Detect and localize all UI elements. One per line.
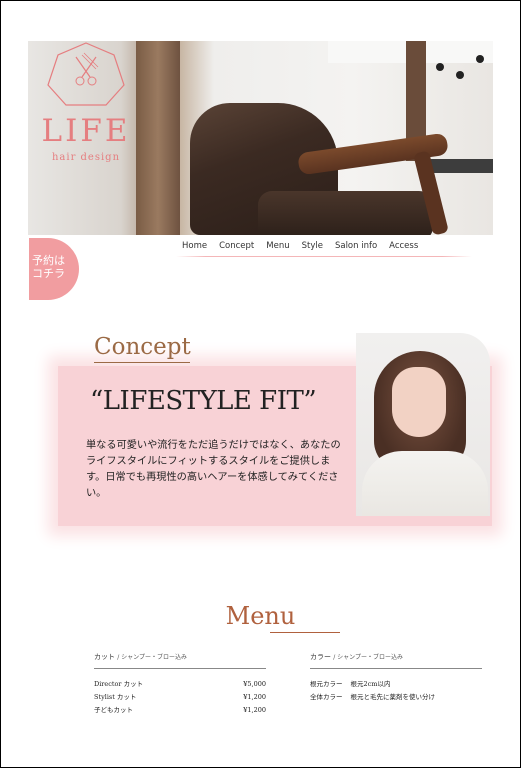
menu-item: 根元カラー 根元2cm以内 xyxy=(310,678,482,691)
ceiling-lamp xyxy=(456,71,464,79)
model-photo xyxy=(356,333,490,516)
menu-item: 子どもカット ¥1,200 xyxy=(94,704,266,717)
menu-item-name: 根元カラー xyxy=(310,680,343,688)
menu-item: 全体カラー 根元と毛先に薬剤を使い分け xyxy=(310,691,482,704)
salon-chair-seat xyxy=(258,191,433,235)
nav-style[interactable]: Style xyxy=(296,239,329,257)
menu-color-heading-label: カラー xyxy=(310,653,331,661)
menu-cut-column: カット / シャンプー・ブロー込み Director カット ¥5,000 St… xyxy=(94,652,266,717)
menu-item-name: 全体カラー xyxy=(310,693,343,701)
menu-cut-heading-note: / シャンプー・ブロー込み xyxy=(117,654,187,661)
menu-cut-heading: カット / シャンプー・ブロー込み xyxy=(94,652,266,669)
brand-tagline: hair design xyxy=(51,152,121,163)
model-sweater xyxy=(362,451,488,516)
menu-title: Menu xyxy=(225,602,296,630)
nav-concept[interactable]: Concept xyxy=(213,239,260,257)
nav-home[interactable]: Home xyxy=(176,239,213,257)
main-nav: Home Concept Menu Style Salon info Acces… xyxy=(176,239,472,257)
concept-body: 単なる可愛いや流行をただ追うだけではなく、あなたのライフスタイルにフィットするス… xyxy=(86,440,341,499)
menu-item: Director カット ¥5,000 xyxy=(94,678,266,691)
brand-name[interactable]: LIFE xyxy=(34,113,138,149)
concept-headline: “LIFESTYLE FIT” xyxy=(90,386,317,416)
reserve-line-2: コチラ xyxy=(32,267,65,280)
nav-underline xyxy=(176,256,472,257)
ceiling-lamp xyxy=(476,55,484,63)
concept-title-underline xyxy=(94,362,190,363)
nav-access[interactable]: Access xyxy=(383,239,424,257)
menu-item-price: ¥1,200 xyxy=(243,693,266,701)
menu-item: Stylist カット ¥1,200 xyxy=(94,691,266,704)
menu-color-column: カラー / シャンプー・ブロー込み 根元カラー 根元2cm以内 全体カラー 根元… xyxy=(310,652,482,704)
menu-item-price: ¥5,000 xyxy=(243,680,266,688)
reserve-line-1: 予約は xyxy=(32,254,65,267)
concept-title: Concept xyxy=(94,334,191,360)
menu-cut-heading-label: カット xyxy=(94,653,115,661)
wood-post xyxy=(136,41,180,235)
menu-title-underline xyxy=(270,632,340,633)
nav-menu[interactable]: Menu xyxy=(260,239,295,257)
menu-item-name: 子どもカット xyxy=(94,706,133,714)
nav-salon-info[interactable]: Salon info xyxy=(329,239,383,257)
menu-item-name: Stylist カット xyxy=(94,693,137,701)
menu-color-heading-note: / シャンプー・ブロー込み xyxy=(333,654,403,661)
menu-item-price: ¥1,200 xyxy=(243,706,266,714)
menu-item-detail: 根元2cm以内 xyxy=(350,680,391,688)
menu-color-heading: カラー / シャンプー・ブロー込み xyxy=(310,652,482,669)
model-face xyxy=(392,367,446,437)
ceiling-lamp xyxy=(436,63,444,71)
menu-item-detail: 根元と毛先に薬剤を使い分け xyxy=(350,693,436,701)
menu-item-name: Director カット xyxy=(94,680,144,688)
